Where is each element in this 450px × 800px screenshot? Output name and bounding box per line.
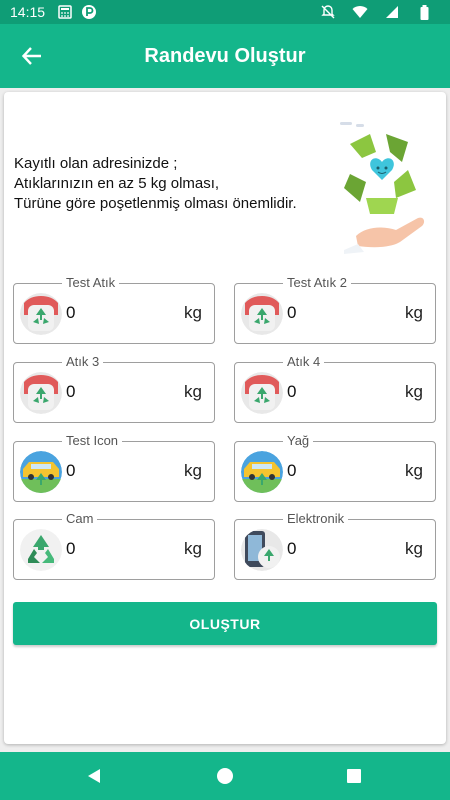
calculator-icon (57, 4, 73, 20)
nav-recents-button[interactable] (334, 756, 374, 796)
waste-field-label: Test Atık 2 (283, 275, 351, 290)
bag-recycle-icon (20, 293, 62, 335)
intro-line-3: Türüne göre poşetlenmiş olması önemlidir… (14, 195, 297, 212)
waste-field-test-atik-2[interactable]: Test Atık 2 0 kg (234, 275, 436, 344)
waste-field-atik-3[interactable]: Atık 3 0 kg (13, 354, 215, 423)
waste-field-value[interactable]: 0 (66, 461, 75, 481)
waste-field-test-icon[interactable]: Test Icon 0 kg (13, 433, 215, 502)
waste-field-unit: kg (405, 303, 423, 322)
waste-field-unit: kg (184, 382, 202, 401)
waste-field-value[interactable]: 0 (287, 382, 296, 402)
appointment-card: Kayıtlı olan adresinizde ; Atıklarınızın… (4, 92, 446, 744)
waste-field-label: Elektronik (283, 511, 349, 526)
waste-field-value[interactable]: 0 (287, 539, 296, 559)
waste-field-value[interactable]: 0 (66, 382, 75, 402)
status-time: 14:15 (10, 4, 46, 20)
waste-field-value[interactable]: 0 (66, 303, 75, 323)
nav-back-button[interactable] (74, 756, 114, 796)
car-recycle-icon (20, 451, 62, 493)
waste-field-label: Test Icon (62, 433, 123, 448)
waste-field-value[interactable]: 0 (66, 539, 75, 559)
system-nav-bar (0, 752, 450, 800)
waste-field-label: Test Atık (62, 275, 120, 290)
waste-field-cam[interactable]: Cam 0 kg (13, 511, 215, 580)
waste-field-atik-4[interactable]: Atık 4 0 kg (234, 354, 436, 423)
arrow-back-icon (21, 47, 41, 65)
intro-text: Kayıtlı olan adresinizde ; Atıklarınızın… (14, 154, 334, 214)
waste-field-yag[interactable]: Yağ 0 kg (234, 433, 436, 502)
waste-field-unit: kg (405, 461, 423, 480)
waste-field-value[interactable]: 0 (287, 461, 296, 481)
back-button[interactable] (4, 28, 60, 84)
triangle-back-icon (88, 769, 100, 783)
app-notification-icon (81, 4, 97, 20)
wifi-icon (352, 4, 368, 20)
waste-field-test-atik[interactable]: Test Atık 0 kg (13, 275, 215, 344)
waste-field-unit: kg (184, 303, 202, 322)
waste-field-label: Atık 4 (283, 354, 325, 369)
bag-recycle-icon (241, 372, 283, 414)
waste-field-unit: kg (184, 461, 202, 480)
notifications-off-icon (320, 4, 336, 20)
waste-field-label: Cam (62, 511, 98, 526)
square-recents-icon (347, 769, 361, 783)
bag-recycle-icon (20, 372, 62, 414)
waste-field-elektronik[interactable]: Elektronik 0 kg (234, 511, 436, 580)
phone-recycle-icon (241, 529, 283, 571)
waste-field-value[interactable]: 0 (287, 303, 296, 323)
waste-field-unit: kg (184, 539, 202, 558)
recycle-hand-illustration (336, 122, 428, 254)
nav-home-button[interactable] (205, 756, 245, 796)
app-bar: Randevu Oluştur (0, 24, 450, 88)
waste-field-unit: kg (405, 539, 423, 558)
battery-icon (416, 4, 432, 20)
circle-home-icon (217, 768, 233, 784)
waste-field-label: Yağ (283, 433, 314, 448)
page-title: Randevu Oluştur (144, 44, 306, 67)
recycle-icon (20, 529, 62, 571)
bag-recycle-icon (241, 293, 283, 335)
waste-field-label: Atık 3 (62, 354, 104, 369)
intro-line-2: Atıklarınızın en az 5 kg olması, (14, 175, 220, 192)
signal-icon (384, 4, 400, 20)
car-recycle-icon (241, 451, 283, 493)
create-appointment-button[interactable]: OLUŞTUR (13, 602, 437, 645)
intro-line-1: Kayıtlı olan adresinizde ; (14, 155, 178, 172)
status-bar: 14:15 (0, 0, 450, 24)
waste-field-unit: kg (405, 382, 423, 401)
